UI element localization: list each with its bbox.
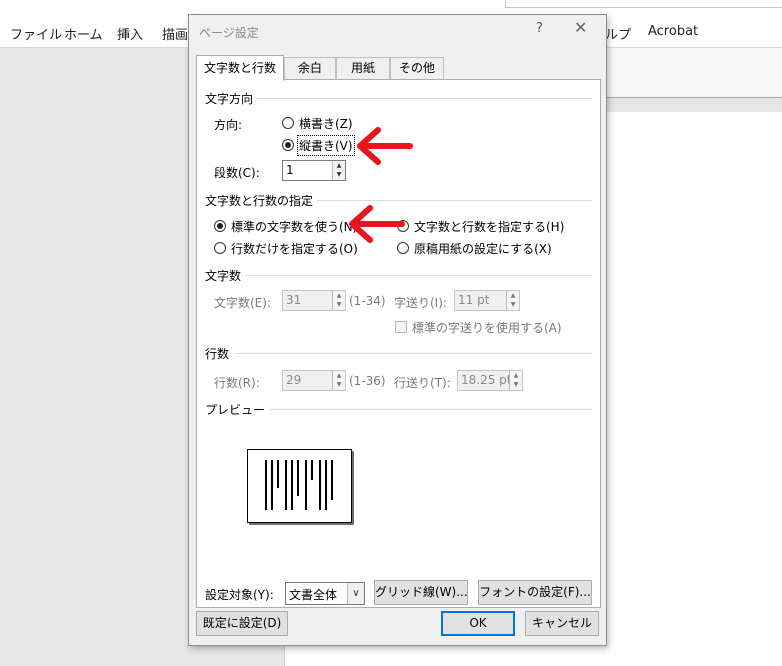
preview-line bbox=[305, 460, 307, 510]
ruler bbox=[606, 48, 782, 98]
line-count-value: 29 bbox=[286, 373, 302, 387]
char-pitch-value: 11 pt bbox=[458, 293, 490, 307]
radio-standard-chars-label[interactable]: 標準の文字数を使う(N) bbox=[231, 218, 357, 235]
line-pitch-spinner[interactable]: 18.25 pt ▲ ▼ bbox=[457, 370, 523, 391]
spin-up-icon[interactable]: ▲ bbox=[510, 371, 522, 380]
preview-line bbox=[311, 460, 313, 480]
apply-to-select[interactable]: 文書全体 ∨ bbox=[285, 582, 365, 605]
section-divider bbox=[245, 275, 592, 276]
tab-other[interactable]: その他 bbox=[390, 57, 444, 80]
dialog-title: ページ設定 bbox=[199, 26, 259, 40]
spin-up-icon[interactable]: ▲ bbox=[333, 371, 345, 380]
ribbon-tab-acrobat[interactable]: Acrobat bbox=[648, 24, 698, 39]
set-default-button[interactable]: 既定に設定(D) bbox=[196, 611, 288, 636]
ribbon-search-box bbox=[505, 0, 782, 8]
spinner-arrows[interactable]: ▲ ▼ bbox=[332, 291, 345, 310]
tab-chars-lines[interactable]: 文字数と行数 bbox=[196, 55, 284, 81]
line-count-spinner[interactable]: 29 ▲ ▼ bbox=[282, 370, 346, 391]
radio-horizontal-label[interactable]: 横書き(Z) bbox=[299, 115, 353, 132]
font-settings-button[interactable]: フォントの設定(F)... bbox=[478, 580, 592, 605]
radio-vertical-label[interactable]: 縦書き(V) bbox=[297, 135, 355, 156]
spinner-arrows[interactable]: ▲ ▼ bbox=[509, 371, 522, 390]
section-divider bbox=[235, 353, 592, 354]
preview-line bbox=[265, 460, 267, 510]
preview-line bbox=[297, 460, 299, 496]
preview-line bbox=[325, 460, 327, 510]
line-count-range: (1-36) bbox=[349, 374, 386, 388]
spinner-arrows[interactable]: ▲ ▼ bbox=[506, 291, 519, 310]
section-grid-spec: 文字数と行数の指定 bbox=[205, 192, 318, 209]
ribbon-tab-insert[interactable]: 挿入 bbox=[117, 24, 143, 43]
spin-up-icon[interactable]: ▲ bbox=[333, 291, 345, 300]
line-count-label: 行数(R): bbox=[214, 376, 260, 390]
radio-lines-only-label[interactable]: 行数だけを指定する(O) bbox=[231, 240, 358, 257]
ribbon-tab-help[interactable]: ルプ bbox=[605, 24, 631, 43]
spin-up-icon[interactable]: ▲ bbox=[507, 291, 519, 300]
char-count-value: 31 bbox=[286, 293, 302, 307]
section-preview: プレビュー bbox=[205, 401, 270, 418]
char-count-range: (1-34) bbox=[349, 294, 386, 308]
apply-to-value: 文書全体 bbox=[289, 588, 338, 602]
columns-spinner[interactable]: 1 ▲ ▼ bbox=[282, 160, 346, 181]
ribbon-tab-home[interactable]: ホーム bbox=[64, 24, 103, 43]
section-divider bbox=[257, 98, 592, 99]
preview-line bbox=[271, 460, 273, 510]
section-divider bbox=[259, 409, 592, 410]
radio-horizontal[interactable] bbox=[282, 117, 294, 129]
preview-line bbox=[285, 460, 287, 510]
annotation-arrow-icon bbox=[357, 127, 413, 165]
preview-line bbox=[331, 460, 333, 500]
char-count-spinner[interactable]: 31 ▲ ▼ bbox=[282, 290, 346, 311]
std-pitch-checkbox[interactable] bbox=[395, 321, 407, 333]
radio-chars-and-lines-label[interactable]: 文字数と行数を指定する(H) bbox=[414, 218, 564, 235]
char-pitch-spinner[interactable]: 11 pt ▲ ▼ bbox=[454, 290, 520, 311]
preview-line bbox=[291, 460, 293, 510]
apply-to-label: 設定対象(Y): bbox=[205, 588, 274, 602]
columns-value: 1 bbox=[286, 163, 294, 177]
ok-button[interactable]: OK bbox=[441, 611, 515, 636]
spin-down-icon[interactable]: ▼ bbox=[333, 380, 345, 389]
spinner-arrows[interactable]: ▲ ▼ bbox=[332, 161, 345, 180]
spin-down-icon[interactable]: ▼ bbox=[507, 300, 519, 309]
radio-vertical[interactable] bbox=[282, 139, 294, 151]
ribbon-tab-draw[interactable]: 描画 bbox=[162, 24, 188, 43]
tab-paper[interactable]: 用紙 bbox=[336, 57, 390, 80]
direction-label: 方向: bbox=[214, 118, 243, 132]
cancel-button[interactable]: キャンセル bbox=[525, 611, 599, 636]
grid-lines-button[interactable]: グリッド線(W)... bbox=[374, 580, 468, 605]
page-setup-dialog: ページ設定 ? ✕ 文字数と行数 余白 用紙 その他 文字方向 方向: 横書き(… bbox=[188, 14, 607, 646]
char-pitch-label: 字送り(I): bbox=[394, 296, 447, 310]
ribbon-tab-file[interactable]: ファイル bbox=[10, 24, 62, 43]
chevron-down-icon[interactable]: ∨ bbox=[347, 583, 364, 604]
std-pitch-label: 標準の字送りを使用する(A) bbox=[412, 321, 562, 335]
section-divider bbox=[312, 200, 592, 201]
preview-line bbox=[277, 460, 279, 488]
line-pitch-label: 行送り(T): bbox=[394, 376, 451, 390]
char-count-label: 文字数(E): bbox=[214, 296, 271, 310]
columns-label: 段数(C): bbox=[214, 166, 260, 180]
radio-standard-chars[interactable] bbox=[214, 220, 226, 232]
spin-down-icon[interactable]: ▼ bbox=[333, 170, 345, 179]
annotation-arrow-icon bbox=[349, 205, 405, 243]
spin-down-icon[interactable]: ▼ bbox=[510, 380, 522, 389]
preview-page bbox=[247, 449, 352, 523]
help-button[interactable]: ? bbox=[536, 21, 543, 36]
spin-down-icon[interactable]: ▼ bbox=[333, 300, 345, 309]
section-lines: 行数 bbox=[205, 345, 234, 362]
preview-line bbox=[319, 460, 321, 510]
section-direction: 文字方向 bbox=[205, 90, 258, 107]
tab-margins[interactable]: 余白 bbox=[284, 57, 336, 80]
spin-up-icon[interactable]: ▲ bbox=[333, 161, 345, 170]
radio-lines-only[interactable] bbox=[214, 242, 226, 254]
radio-manuscript-label[interactable]: 原稿用紙の設定にする(X) bbox=[414, 240, 552, 257]
close-icon[interactable]: ✕ bbox=[574, 18, 587, 37]
line-pitch-value: 18.25 pt bbox=[461, 373, 512, 387]
spinner-arrows[interactable]: ▲ ▼ bbox=[332, 371, 345, 390]
section-chars: 文字数 bbox=[205, 267, 246, 284]
